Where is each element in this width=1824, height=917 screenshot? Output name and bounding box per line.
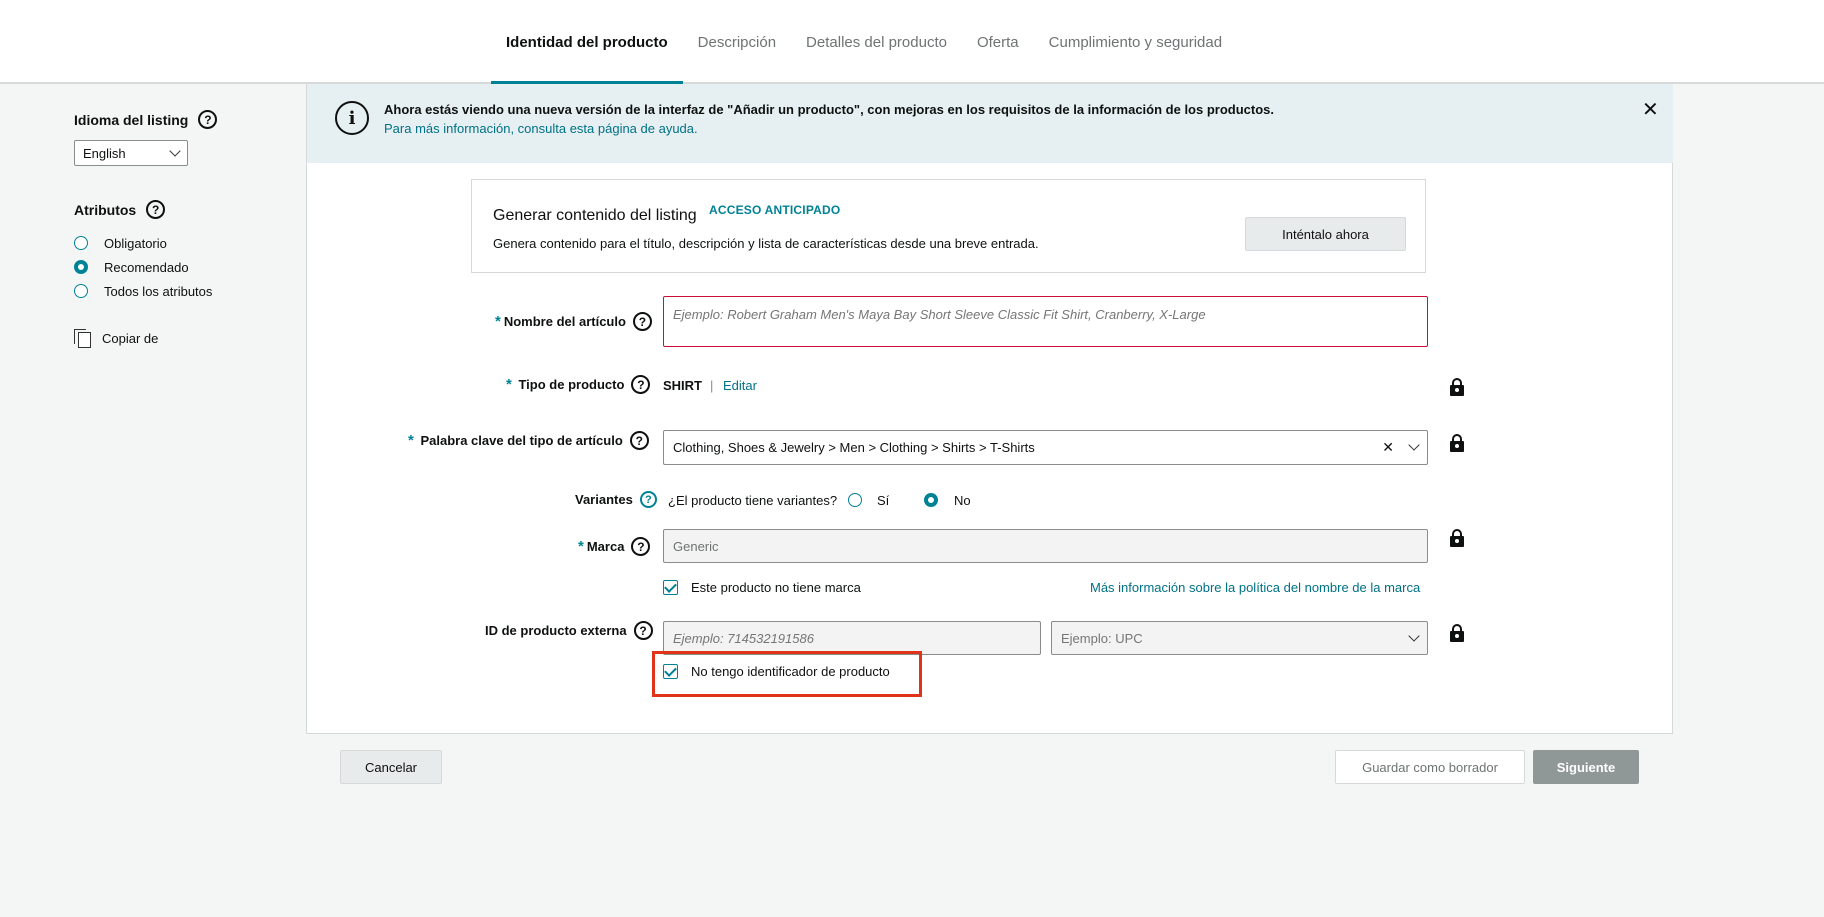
step-tabs: Identidad del producto Descripción Detal… <box>491 0 1237 86</box>
attributes-heading: Atributos ? <box>74 200 294 219</box>
item-type-keyword-select[interactable]: Clothing, Shoes & Jewelry > Men > Clothi… <box>663 430 1428 465</box>
external-id-input[interactable]: Ejemplo: 714532191586 <box>663 621 1041 655</box>
brand-input[interactable]: Generic <box>663 529 1428 563</box>
help-icon[interactable]: ? <box>198 110 218 129</box>
required-asterisk: * <box>506 376 512 393</box>
no-product-id-checkbox[interactable] <box>663 664 678 679</box>
copy-label: Copiar de <box>102 330 159 346</box>
chevron-down-icon[interactable] <box>1408 439 1420 451</box>
product-type-label: * Tipo de producto ? <box>506 375 651 394</box>
help-icon[interactable]: ? <box>633 621 653 640</box>
external-id-label: ID de producto externa ? <box>485 621 653 640</box>
product-type-value: SHIRT <box>663 378 702 393</box>
attributes-label: Atributos <box>74 201 137 218</box>
close-icon[interactable]: ✕ <box>1642 100 1659 120</box>
help-icon[interactable]: ? <box>146 200 166 219</box>
generate-content-card: Generar contenido del listing ACCESO ANT… <box>471 179 1426 273</box>
no-brand-checkbox[interactable] <box>663 580 678 595</box>
tab-description[interactable]: Descripción <box>683 0 791 84</box>
variations-question: ¿El producto tiene variantes? <box>668 493 838 508</box>
lock-icon <box>1450 434 1464 452</box>
info-banner: i Ahora estás viendo una nueva versión d… <box>307 84 1673 163</box>
tab-offer[interactable]: Oferta <box>962 0 1034 84</box>
lock-icon <box>1450 624 1464 642</box>
save-draft-button[interactable]: Guardar como borrador <box>1335 750 1525 784</box>
copy-icon <box>74 329 91 348</box>
help-icon[interactable]: ? <box>631 375 651 394</box>
chevron-down-icon <box>169 144 181 157</box>
help-icon[interactable]: ? <box>629 431 649 450</box>
brand-label-text: Marca <box>586 539 625 554</box>
radio-label: Todos los atributos <box>104 283 213 299</box>
brand-value: Generic <box>673 538 719 554</box>
early-access-badge: ACCESO ANTICIPADO <box>709 203 841 217</box>
language-heading: Idioma del listing ? <box>74 110 294 129</box>
radio-variations-yes[interactable] <box>848 493 862 507</box>
lock-icon <box>1450 378 1464 396</box>
radio-option-recommended[interactable]: Recomendado <box>74 255 294 279</box>
item-type-keyword-label: * Palabra clave del tipo de artículo ? <box>408 431 649 450</box>
no-product-id-label: No tengo identificador de producto <box>691 664 890 679</box>
language-select[interactable]: English <box>74 140 188 166</box>
radio-option-required[interactable]: Obligatorio <box>74 231 294 255</box>
radio-variations-no[interactable] <box>924 493 938 507</box>
required-asterisk: * <box>408 432 414 449</box>
item-type-keyword-value: Clothing, Shoes & Jewelry > Men > Clothi… <box>673 440 1035 455</box>
variations-label: Variantes ? <box>575 491 657 508</box>
item-type-keyword-label-text: Palabra clave del tipo de artículo <box>420 433 623 448</box>
brand-policy-link[interactable]: Más información sobre la política del no… <box>1090 580 1420 595</box>
radio-button[interactable] <box>74 260 88 274</box>
radio-label: Recomendado <box>104 259 189 275</box>
no-brand-label: Este producto no tiene marca <box>691 580 861 595</box>
external-id-placeholder: Ejemplo: 714532191586 <box>673 630 814 646</box>
generate-title: Generar contenido del listing <box>493 207 697 224</box>
generate-subtitle: Genera contenido para el título, descrip… <box>493 236 1039 251</box>
variations-label-text: Variantes <box>575 492 633 507</box>
required-asterisk: * <box>578 538 584 555</box>
help-icon[interactable]: ? <box>639 491 657 508</box>
radio-option-all[interactable]: Todos los atributos <box>74 279 294 303</box>
banner-help-link[interactable]: Para más información, consulta esta pági… <box>384 121 698 136</box>
top-nav-bar: Identidad del producto Descripción Detal… <box>0 0 1824 86</box>
item-name-label-text: Nombre del artículo <box>503 314 626 329</box>
separator: | <box>710 378 714 393</box>
tab-product-details[interactable]: Detalles del producto <box>791 0 962 84</box>
item-name-label: * Nombre del artículo ? <box>495 312 652 331</box>
external-id-label-text: ID de producto externa <box>485 623 627 638</box>
help-icon[interactable]: ? <box>631 537 651 556</box>
radio-yes-label: Sí <box>877 493 890 508</box>
help-icon[interactable]: ? <box>632 312 652 331</box>
item-name-placeholder: Ejemplo: Robert Graham Men's Maya Bay Sh… <box>673 307 1206 322</box>
next-button[interactable]: Siguiente <box>1533 750 1639 784</box>
sidebar: Idioma del listing ? English Atributos ?… <box>74 110 294 348</box>
cancel-button[interactable]: Cancelar <box>340 750 442 784</box>
copy-from-link[interactable]: Copiar de <box>74 329 294 348</box>
clear-icon[interactable]: ✕ <box>1382 439 1394 456</box>
radio-label: Obligatorio <box>104 235 167 251</box>
edit-product-type-link[interactable]: Editar <box>723 378 757 393</box>
radio-no-label: No <box>954 493 971 508</box>
radio-button[interactable] <box>74 284 88 298</box>
item-name-input[interactable]: Ejemplo: Robert Graham Men's Maya Bay Sh… <box>663 296 1428 347</box>
try-now-button[interactable]: Inténtalo ahora <box>1245 217 1406 251</box>
lock-icon <box>1450 529 1464 547</box>
brand-label: * Marca ? <box>578 537 651 556</box>
attributes-filter: Obligatorio Recomendado Todos los atribu… <box>74 231 294 303</box>
product-type-label-text: Tipo de producto <box>518 377 625 392</box>
chevron-down-icon <box>1408 629 1420 642</box>
external-id-type-select[interactable]: Ejemplo: UPC <box>1051 621 1428 655</box>
language-label: Idioma del listing <box>74 111 189 128</box>
external-id-type-placeholder: Ejemplo: UPC <box>1061 630 1143 646</box>
required-asterisk: * <box>495 313 501 330</box>
banner-text: Ahora estás viendo una nueva versión de … <box>384 102 1275 117</box>
tab-product-identity[interactable]: Identidad del producto <box>491 0 683 86</box>
radio-button[interactable] <box>74 236 88 250</box>
language-value: English <box>83 145 126 161</box>
tab-compliance[interactable]: Cumplimiento y seguridad <box>1034 0 1237 84</box>
info-icon: i <box>335 101 369 135</box>
